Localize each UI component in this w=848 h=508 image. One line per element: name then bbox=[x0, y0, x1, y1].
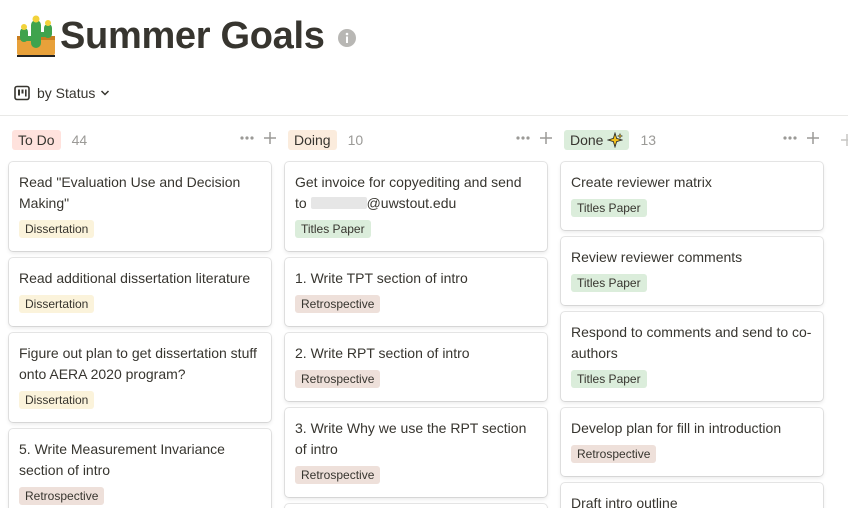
card-title: 5. Write Measurement Invariance section … bbox=[19, 441, 225, 478]
header-divider bbox=[0, 115, 848, 116]
board-card[interactable]: Review reviewer comments Titles Paper bbox=[561, 237, 823, 305]
add-card-icon[interactable] bbox=[539, 131, 553, 145]
card-title-end: @uwstout.edu bbox=[366, 195, 457, 211]
board-card[interactable]: 1. Write TPT section of intro Retrospect… bbox=[285, 258, 547, 326]
column-header: Done 13 bbox=[564, 128, 826, 152]
status-tag-label: Done bbox=[570, 132, 604, 148]
card-tag: Retrospective bbox=[19, 487, 105, 505]
cactus-emoji-icon[interactable] bbox=[14, 14, 58, 58]
page-header: Summer Goals bbox=[14, 12, 357, 60]
card-tag: Retrospective bbox=[295, 466, 381, 484]
add-group-icon[interactable] bbox=[840, 133, 848, 147]
column-todo: To Do 44 Read "Evaluation Use and Decisi… bbox=[9, 128, 277, 508]
card-title: 3. Write Why we use the RPT section of i… bbox=[295, 420, 527, 457]
card-title: Create reviewer matrix bbox=[571, 174, 712, 190]
status-tag-doing[interactable]: Doing bbox=[288, 130, 337, 150]
card-tag: Titles Paper bbox=[571, 370, 647, 388]
card-title: 2. Write RPT section of intro bbox=[295, 345, 470, 361]
board-icon bbox=[14, 85, 30, 101]
sparkle-icon bbox=[607, 132, 624, 148]
card-title: Figure out plan to get dissertation stuf… bbox=[19, 345, 257, 382]
board-card[interactable]: 3. Write Why we use the RPT section of i… bbox=[285, 408, 547, 497]
card-tag: Titles Paper bbox=[571, 274, 647, 292]
card-title: Read additional dissertation literature bbox=[19, 270, 251, 286]
card-title: Review reviewer comments bbox=[571, 249, 743, 265]
column-count: 10 bbox=[347, 132, 364, 148]
chevron-down-icon bbox=[101, 90, 110, 96]
board-card[interactable]: Draft intro outline bbox=[561, 483, 823, 508]
card-title: Read "Evaluation Use and Decision Making… bbox=[19, 174, 241, 211]
card-title: Respond to comments and send to co-autho… bbox=[571, 324, 812, 361]
board-card[interactable] bbox=[285, 504, 547, 508]
board-card[interactable]: Get invoice for copyediting and send to … bbox=[285, 162, 547, 251]
info-icon[interactable] bbox=[337, 28, 357, 48]
board-card[interactable]: 5. Write Measurement Invariance section … bbox=[9, 429, 271, 508]
redacted-text bbox=[310, 197, 367, 209]
card-tag: Titles Paper bbox=[571, 199, 647, 217]
board-card[interactable]: Respond to comments and send to co-autho… bbox=[561, 312, 823, 401]
more-options-icon[interactable] bbox=[515, 130, 531, 146]
column-count: 13 bbox=[640, 132, 657, 148]
board-card[interactable]: Create reviewer matrix Titles Paper bbox=[561, 162, 823, 230]
column-done: Done 13 Create reviewer matrix Titles Pa… bbox=[561, 128, 826, 508]
card-title: Get invoice for copyediting and send to … bbox=[295, 172, 537, 214]
board-card[interactable]: Develop plan for fill in introduction Re… bbox=[561, 408, 823, 476]
column-header: To Do 44 bbox=[12, 128, 277, 152]
column-doing: Doing 10 Get invoice for copyediting and… bbox=[285, 128, 553, 508]
board-card[interactable]: Read "Evaluation Use and Decision Making… bbox=[9, 162, 271, 251]
more-options-icon[interactable] bbox=[239, 130, 255, 146]
page-title[interactable]: Summer Goals bbox=[60, 12, 325, 60]
card-tag: Titles Paper bbox=[295, 220, 371, 238]
card-tag: Retrospective bbox=[295, 370, 381, 388]
status-tag-todo[interactable]: To Do bbox=[12, 130, 61, 150]
card-tag: Retrospective bbox=[295, 295, 381, 313]
column-header: Doing 10 bbox=[288, 128, 553, 152]
board-card[interactable]: Figure out plan to get dissertation stuf… bbox=[9, 333, 271, 422]
add-card-icon[interactable] bbox=[263, 131, 277, 145]
card-title: Draft intro outline bbox=[571, 495, 678, 508]
card-title: 1. Write TPT section of intro bbox=[295, 270, 468, 286]
card-tag: Dissertation bbox=[19, 391, 95, 409]
board-card[interactable]: Read additional dissertation literature … bbox=[9, 258, 271, 326]
status-tag-done[interactable]: Done bbox=[564, 130, 630, 150]
view-switcher[interactable]: by Status bbox=[14, 82, 110, 104]
card-tag: Dissertation bbox=[19, 220, 95, 238]
card-tag: Retrospective bbox=[571, 445, 657, 463]
column-count: 44 bbox=[71, 132, 88, 148]
more-options-icon[interactable] bbox=[782, 130, 798, 146]
card-title: Develop plan for fill in introduction bbox=[571, 420, 782, 436]
view-label: by Status bbox=[37, 85, 96, 101]
board-card[interactable]: 2. Write RPT section of intro Retrospect… bbox=[285, 333, 547, 401]
add-card-icon[interactable] bbox=[806, 131, 820, 145]
card-tag: Dissertation bbox=[19, 295, 95, 313]
